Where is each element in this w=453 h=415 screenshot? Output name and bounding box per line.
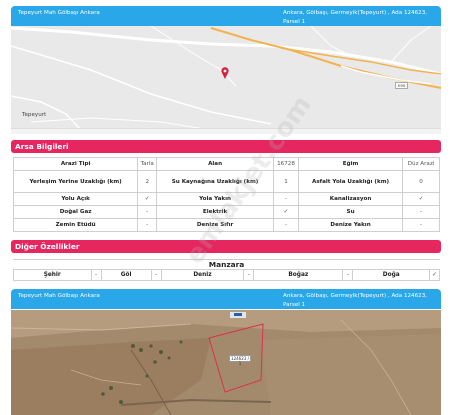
- attr-label: Yerleşim Yerine Uzaklığı (km): [12, 170, 139, 193]
- attr-label: Elektrik: [156, 205, 274, 219]
- attr-value: Tarla: [137, 157, 158, 171]
- manzara-value: -: [150, 269, 162, 281]
- attr-value: -: [272, 192, 300, 206]
- attr-label: Arazi Tipi: [12, 157, 139, 171]
- attr-label: Doğal Gaz: [12, 205, 139, 219]
- attr-label: Denize Sıfır: [156, 218, 274, 232]
- diger-ozellikler-header: Diğer Özellikler: [11, 240, 441, 253]
- satellite-header: Tepeyurt Mah Gölbaşı Ankara Ankara, Gölb…: [11, 289, 441, 309]
- map-header: Tepeyurt Mah Gölbaşı Ankara Ankara, Gölb…: [11, 6, 441, 26]
- attr-value: ✓: [272, 205, 300, 219]
- map-footer-bar: [11, 128, 441, 134]
- attr-value: ✓: [137, 192, 158, 206]
- manzara-title: Manzara: [13, 259, 440, 269]
- road-badge: E90: [395, 82, 409, 89]
- location-map[interactable]: Tepeyurt E90: [11, 26, 441, 130]
- attr-label: Kanalizasyon: [297, 192, 404, 206]
- manzara-value: -: [342, 269, 354, 281]
- map-header-left: Tepeyurt Mah Gölbaşı Ankara: [18, 10, 100, 16]
- manzara-table: Şehir - Göl - Deniz - Boğaz - Doğa ✓: [13, 269, 440, 281]
- attr-label: Asfalt Yola Uzaklığı (km): [297, 170, 404, 193]
- attr-label: Yolu Açık: [12, 192, 139, 206]
- manzara-label: Göl: [100, 269, 152, 281]
- attr-value: -: [272, 218, 300, 232]
- attr-value: 1: [272, 170, 300, 193]
- table-row: Doğal Gaz - Elektrik ✓ Su -: [12, 205, 440, 219]
- map-place-label: Tepeyurt: [22, 112, 47, 118]
- attr-label: Eğim: [297, 157, 404, 171]
- attr-value: 2: [137, 170, 158, 193]
- table-row: Zemin Etüdü - Denize Sıfır - Denize Yakı…: [12, 218, 440, 232]
- manzara-label: Deniz: [160, 269, 245, 281]
- attr-value: -: [402, 218, 440, 232]
- satellite-header-right: Ankara, Gölbaşı, Germeyik(Tepeyurt) , Ad…: [283, 293, 428, 308]
- attr-label: Zemin Etüdü: [12, 218, 139, 232]
- location-pin-icon[interactable]: [221, 67, 229, 79]
- satellite-header-left: Tepeyurt Mah Gölbaşı Ankara: [18, 293, 100, 299]
- manzara-value: ✓: [429, 269, 440, 281]
- manzara-label: Şehir: [13, 269, 92, 281]
- attr-value: 16728: [272, 157, 300, 171]
- manzara-label: Doğa: [352, 269, 430, 281]
- table-row: Yolu Açık ✓ Yola Yakın - Kanalizasyon ✓: [12, 192, 440, 206]
- table-row: Şehir - Göl - Deniz - Boğaz - Doğa ✓: [13, 269, 440, 281]
- map-header-right: Ankara, Gölbaşı, Germeyik(Tepeyurt) , Ad…: [283, 10, 428, 25]
- attr-label: Yola Yakın: [156, 192, 274, 206]
- attr-value: -: [137, 205, 158, 219]
- attr-value: -: [137, 218, 158, 232]
- attr-label: Alan: [156, 157, 274, 171]
- attr-label: Denize Yakın: [297, 218, 404, 232]
- manzara-value: -: [243, 269, 255, 281]
- table-row: Yerleşim Yerine Uzaklığı (km) 2 Su Kayna…: [12, 170, 440, 193]
- satellite-terrain: [11, 310, 441, 415]
- attr-label: Su: [297, 205, 404, 219]
- attr-value: 0: [402, 170, 440, 193]
- manzara-value: -: [90, 269, 102, 281]
- attr-value: Düz Arazi: [402, 157, 440, 171]
- attr-value: ✓: [402, 192, 440, 206]
- satellite-image[interactable]: [11, 310, 441, 415]
- arsa-bilgileri-header: Arsa Bilgileri: [11, 140, 441, 153]
- parcel-label: 124623 / 1: [229, 355, 251, 366]
- arsa-table: Arazi Tipi Tarla Alan 16728 Eğim Düz Ara…: [12, 157, 440, 232]
- attr-value: -: [402, 205, 440, 219]
- attr-label: Su Kaynağına Uzaklığı (km): [156, 170, 274, 193]
- table-row: Arazi Tipi Tarla Alan 16728 Eğim Düz Ara…: [12, 157, 440, 171]
- manzara-label: Boğaz: [253, 269, 344, 281]
